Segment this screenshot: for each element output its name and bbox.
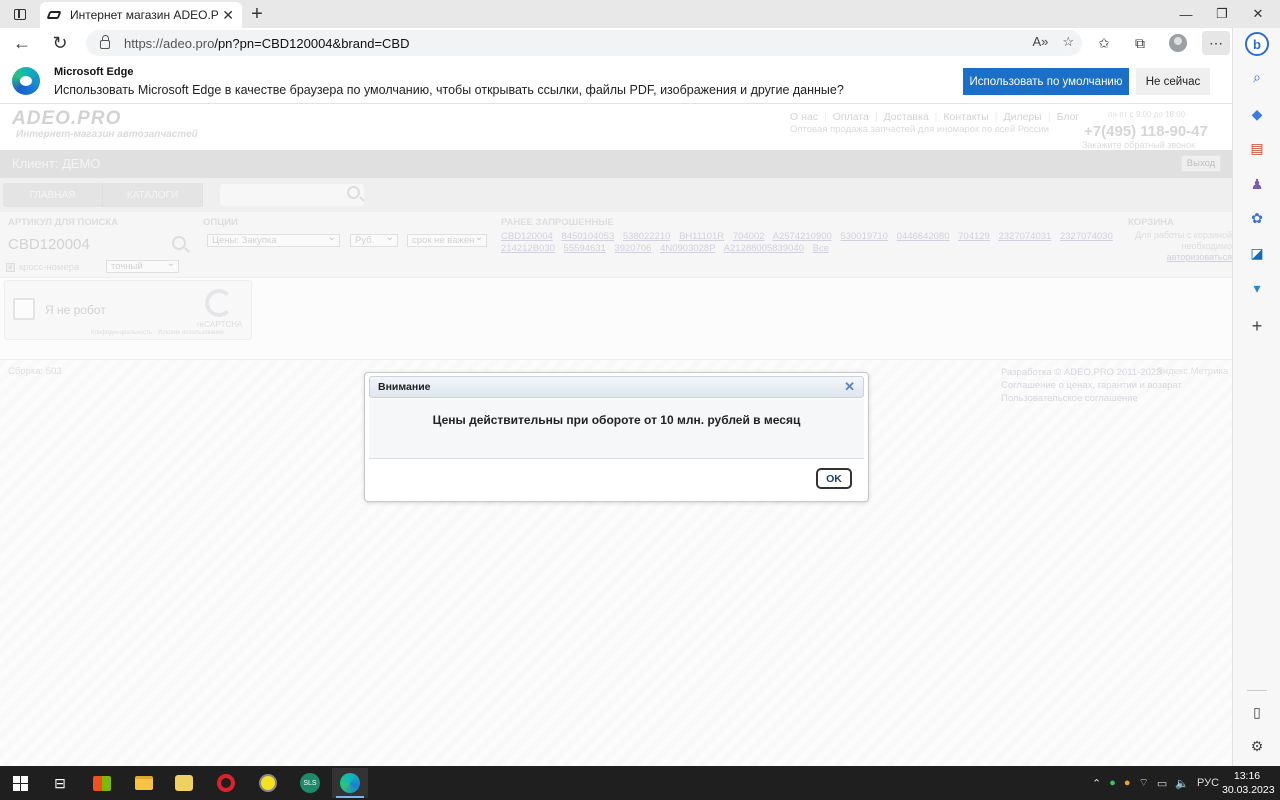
app-folder-icon[interactable] bbox=[166, 768, 202, 798]
tray-expand-icon[interactable]: ⌃ bbox=[1092, 777, 1101, 790]
sidebar-divider bbox=[1247, 690, 1267, 691]
prompt-title: Microsoft Edge bbox=[54, 66, 134, 78]
display-icon[interactable]: ▭ bbox=[1157, 777, 1167, 790]
file-explorer-icon[interactable] bbox=[126, 768, 162, 798]
edge-logo-icon bbox=[12, 67, 40, 95]
tab-actions-icon[interactable] bbox=[8, 4, 32, 24]
dialog-body: Цены действительны при обороте от 10 млн… bbox=[369, 399, 864, 459]
back-arrow-icon[interactable]: ← bbox=[8, 30, 36, 56]
sidebar-settings-icon[interactable]: ⚙ bbox=[1247, 736, 1267, 756]
start-button[interactable] bbox=[2, 768, 38, 798]
add-favorite-icon[interactable]: ☆ bbox=[1062, 34, 1074, 50]
tab-close-icon[interactable]: ✕ bbox=[222, 7, 234, 24]
task-view-icon[interactable]: ⊟ bbox=[42, 768, 78, 798]
outlook-icon[interactable]: ◪ bbox=[1247, 243, 1267, 263]
default-browser-prompt: Microsoft Edge Использовать Microsoft Ed… bbox=[0, 58, 1232, 104]
prompt-message: Использовать Microsoft Edge в качестве б… bbox=[54, 83, 844, 97]
ok-button[interactable]: OK bbox=[816, 468, 852, 489]
dialog-titlebar: Внимание ✕ bbox=[369, 376, 864, 398]
refresh-icon[interactable]: ↻ bbox=[46, 30, 74, 56]
collections-icon[interactable]: ⧉ bbox=[1128, 31, 1152, 55]
games-icon[interactable]: ♟ bbox=[1247, 174, 1267, 194]
window-close-button[interactable]: ✕ bbox=[1240, 0, 1276, 28]
microsoft365-icon[interactable]: ✿ bbox=[1247, 208, 1267, 228]
dialog-message: Цены действительны при обороте от 10 млн… bbox=[432, 413, 801, 427]
maximize-button[interactable]: ❐ bbox=[1204, 0, 1240, 28]
tray-app-icon[interactable]: ● bbox=[1124, 777, 1131, 789]
app-yellow-icon[interactable] bbox=[250, 768, 286, 798]
wifi-icon[interactable]: ⌔ bbox=[1139, 776, 1149, 790]
tab-title: Интернет магазин ADEO.PRO О bbox=[70, 8, 219, 22]
system-tray: ⌃ ● ● ⌔ ▭ 🔈 РУС bbox=[1092, 766, 1219, 800]
profile-avatar[interactable] bbox=[1166, 31, 1190, 55]
address-bar: ← ↻ https://adeo.pro/pn?pn=CBD120004&bra… bbox=[0, 28, 1280, 58]
volume-icon[interactable]: 🔈 bbox=[1175, 777, 1189, 790]
browser-tab-active[interactable]: Интернет магазин ADEO.PRO О ✕ bbox=[40, 2, 242, 28]
alert-dialog: Внимание ✕ Цены действительны при оборот… bbox=[364, 372, 869, 502]
edge-sidebar: b ⌕ ◆ ▤ ♟ ✿ ◪ ▾ + ▯ ⚙ bbox=[1232, 28, 1280, 766]
edge-taskbar-icon[interactable] bbox=[332, 768, 368, 798]
tools-briefcase-icon[interactable]: ▤ bbox=[1247, 138, 1267, 158]
hide-sidebar-icon[interactable]: ▯ bbox=[1247, 702, 1267, 722]
drop-icon[interactable]: ▾ bbox=[1247, 278, 1267, 298]
favorites-icon[interactable]: ✩ bbox=[1092, 31, 1116, 55]
dialog-close-icon[interactable]: ✕ bbox=[844, 379, 855, 395]
search-icon[interactable]: ⌕ bbox=[1247, 67, 1267, 87]
opera-icon[interactable] bbox=[208, 768, 244, 798]
not-now-button[interactable]: Не сейчас bbox=[1136, 68, 1210, 95]
clock-time: 13:16 bbox=[1233, 770, 1261, 782]
windows-logo-icon bbox=[12, 775, 28, 791]
url-field[interactable]: https://adeo.pro/pn?pn=CBD120004&brand=C… bbox=[86, 30, 1082, 56]
more-menu-icon[interactable]: ⋯ bbox=[1202, 31, 1230, 55]
url-host: https://adeo.pro bbox=[124, 35, 215, 51]
dialog-title: Внимание bbox=[378, 381, 431, 393]
bing-chat-icon[interactable]: b bbox=[1245, 32, 1269, 56]
read-aloud-icon[interactable]: A» bbox=[1032, 34, 1048, 50]
whatsapp-tray-icon[interactable]: ● bbox=[1109, 777, 1116, 789]
sls-app-icon[interactable]: SLS bbox=[292, 768, 328, 798]
windows-taskbar: ⊟ SLS ⌃ ● ● ⌔ ▭ 🔈 РУС 13:16 30.03.2023 bbox=[0, 766, 1280, 800]
set-default-button[interactable]: Использовать по умолчанию bbox=[963, 68, 1129, 95]
url-path: /pn?pn=CBD120004&brand=CBD bbox=[214, 35, 410, 51]
site-favicon-icon bbox=[46, 11, 62, 19]
lock-icon[interactable] bbox=[100, 35, 110, 49]
language-indicator[interactable]: РУС bbox=[1197, 777, 1219, 789]
clock[interactable]: 13:16 30.03.2023 bbox=[1222, 769, 1275, 797]
new-tab-button[interactable]: + bbox=[246, 3, 268, 25]
shopping-tag-icon[interactable]: ◆ bbox=[1247, 104, 1267, 124]
clock-date: 30.03.2023 bbox=[1222, 784, 1275, 796]
tab-strip: Интернет магазин ADEO.PRO О ✕ + — ❐ ✕ bbox=[0, 0, 1280, 28]
add-sidebar-app-icon[interactable]: + bbox=[1247, 316, 1267, 336]
minimize-button[interactable]: — bbox=[1168, 0, 1204, 28]
store-icon[interactable] bbox=[84, 768, 120, 798]
